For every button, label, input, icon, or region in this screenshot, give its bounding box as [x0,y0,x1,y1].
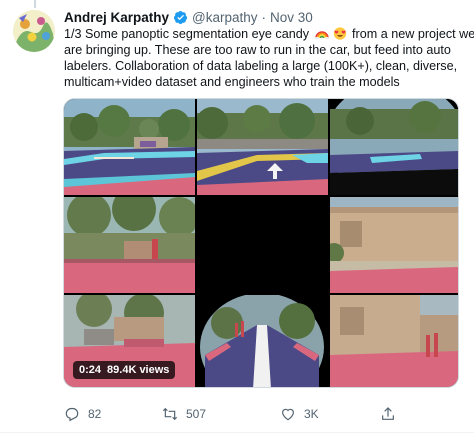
like-icon [282,408,294,421]
camera-view-fisheye-rear [197,295,328,387]
author-name[interactable]: Andrej Karpathy [64,10,169,25]
camera-view-empty [197,197,328,293]
video-duration: 0:24 [79,364,102,376]
camera-view-left [64,197,195,293]
tweet-text-line-3: labelers. Collaboration of data labeling… [64,59,458,73]
retweet-icon [162,407,178,421]
reply-button[interactable]: 82 [64,403,101,425]
action-bar: 82 507 3K [60,403,420,425]
reply-icon [65,407,79,422]
share-icon [382,407,394,420]
tweet-date[interactable]: Nov 30 [270,10,313,25]
like-count: 3K [304,407,319,421]
camera-view-front-left [64,99,195,195]
tweet-divider [0,432,474,433]
rainbow-icon [314,31,329,40]
retweet-count: 507 [186,407,207,421]
share-button[interactable] [380,403,396,425]
camera-view-rear-right [330,295,458,387]
author-handle[interactable]: @karpathy [192,10,257,25]
retweet-button[interactable]: 507 [162,403,206,425]
camera-view-right [330,197,458,293]
reply-count: 82 [88,407,102,421]
video-player[interactable]: 0:24 89.4K views [63,98,459,388]
tweet-text: 1/3 Some panoptic segmentation eye candy… [64,26,474,90]
video-views: 89.4K views [107,364,170,376]
tweet-text-line-2: are bringing up. These are too raw to ru… [64,43,451,57]
like-button[interactable]: 3K [280,403,319,425]
camera-view-front [197,99,328,195]
tweet[interactable]: Andrej Karpathy @karpathy · Nov 30 1/3 S… [0,0,474,434]
separator-dot: · [261,9,267,25]
tweet-text-line-4: multicam+video dataset and engineers who… [64,75,400,89]
verified-badge-icon [173,10,188,24]
thread-connector [34,0,36,8]
tweet-text-line-1: 1/3 Some panoptic segmentation eye candy… [64,27,474,41]
video-badge: 0:24 89.4K views [73,361,176,379]
camera-view-fisheye-front [330,99,458,195]
heart-eyes-emoji-icon [333,27,346,40]
tweet-header: Andrej Karpathy @karpathy · Nov 30 [64,8,313,26]
avatar[interactable] [13,10,55,52]
